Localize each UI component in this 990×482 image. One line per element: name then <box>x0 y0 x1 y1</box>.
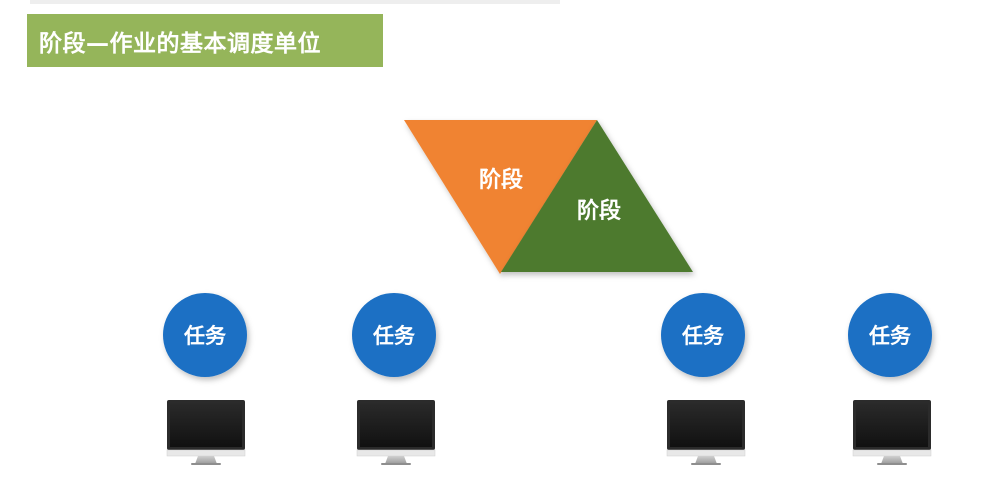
stage-task-diagram: 阶段 阶段 任务 任务 任务 任务 <box>163 120 932 466</box>
computer-monitor-icon <box>356 399 436 466</box>
task-label-3: 任务 <box>681 324 725 348</box>
task-label-2: 任务 <box>372 324 416 348</box>
task-node-1: 任务 <box>163 293 247 377</box>
task-label-4: 任务 <box>868 324 912 348</box>
task-node-3: 任务 <box>661 293 745 377</box>
computer-monitor-icon <box>852 399 932 466</box>
task-node-4: 任务 <box>848 293 932 377</box>
computer-monitor-icon <box>166 399 246 466</box>
stage-label-2: 阶段 <box>577 198 621 224</box>
task-label-1: 任务 <box>183 324 227 348</box>
stage-label-1: 阶段 <box>479 167 523 193</box>
computer-monitor-icon <box>666 399 746 466</box>
task-node-2: 任务 <box>352 293 436 377</box>
